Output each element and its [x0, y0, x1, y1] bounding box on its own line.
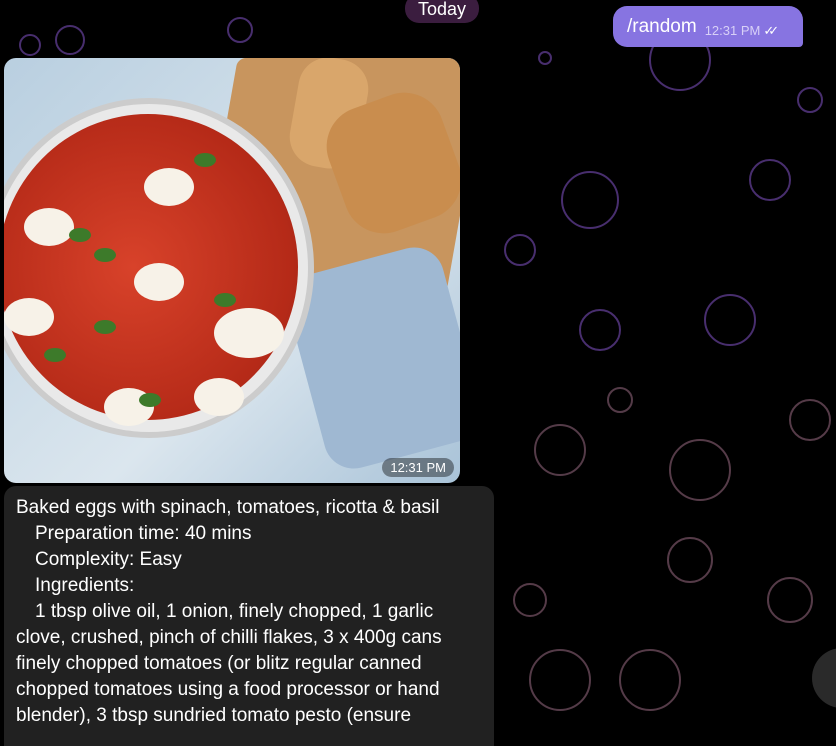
photo-egg: [4, 298, 54, 336]
outgoing-message[interactable]: /random 12:31 PM ✓✓: [613, 6, 803, 47]
message-time: 12:31 PM: [704, 23, 761, 38]
photo-egg: [24, 208, 74, 246]
photo-basil: [94, 248, 116, 262]
photo-time: 12:31 PM: [382, 458, 454, 477]
photo-basil: [69, 228, 91, 242]
photo-basil: [139, 393, 161, 407]
recipe-prep-time: Preparation time: 40 mins: [35, 523, 252, 544]
photo-basil: [214, 293, 236, 307]
photo-basil: [194, 153, 216, 167]
photo-basil: [44, 348, 66, 362]
message-text: /random: [627, 15, 697, 37]
recipe-complexity: Complexity: Easy: [35, 549, 182, 570]
photo-basil: [94, 320, 116, 334]
photo-egg: [194, 378, 244, 416]
recipe-ingredients-label: Ingredients:: [35, 575, 135, 596]
recipe-title: Baked eggs with spinach, tomatoes, ricot…: [16, 497, 440, 518]
date-separator: Today: [405, 0, 479, 23]
photo-egg: [134, 263, 184, 301]
photo-egg: [214, 308, 284, 358]
recipe-ingredients: 1 tbsp olive oil, 1 onion, finely choppe…: [16, 601, 442, 726]
photo-egg: [144, 168, 194, 206]
incoming-message-text[interactable]: Baked eggs with spinach, tomatoes, ricot…: [4, 486, 494, 746]
message-photo[interactable]: 12:31 PM: [4, 58, 460, 483]
double-check-icon: ✓✓: [763, 22, 779, 38]
